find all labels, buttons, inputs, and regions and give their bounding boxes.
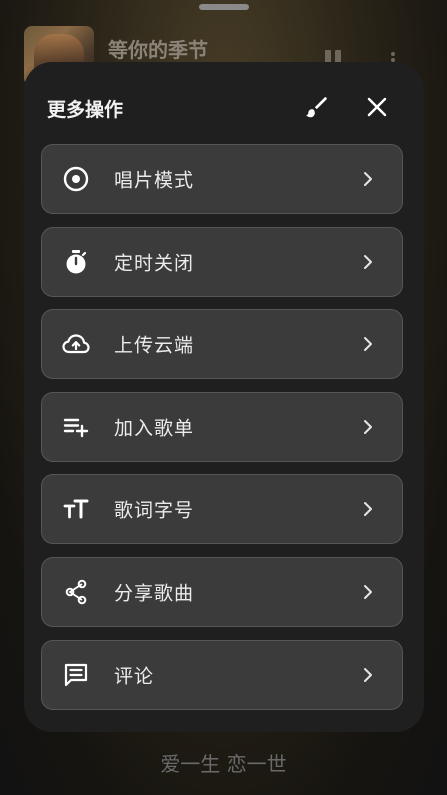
- chevron-right-icon: [362, 419, 374, 435]
- action-label: 评论: [114, 665, 155, 688]
- chevron-right-icon: [362, 501, 374, 517]
- share-icon: [62, 578, 90, 606]
- action-vinyl-mode[interactable]: 唱片模式: [41, 144, 403, 214]
- chevron-right-icon: [362, 336, 374, 352]
- comment-icon: [62, 661, 90, 689]
- vinyl-record-icon: [62, 165, 90, 193]
- stopwatch-icon: [62, 248, 90, 276]
- action-label: 唱片模式: [114, 169, 195, 192]
- close-icon[interactable]: [362, 92, 392, 122]
- chevron-right-icon: [362, 667, 374, 683]
- action-share-song[interactable]: 分享歌曲: [41, 556, 403, 627]
- action-list: 唱片模式 定时关闭 上传云端 加入歌单 歌词字号 分享歌曲 评论: [41, 144, 407, 722]
- song-title: 等你的季节: [108, 38, 208, 62]
- action-sleep-timer[interactable]: 定时关闭: [41, 226, 403, 297]
- drag-handle[interactable]: [199, 4, 249, 10]
- chevron-right-icon: [362, 171, 374, 187]
- playlist-add-icon: [62, 413, 90, 441]
- action-upload-cloud[interactable]: 上传云端: [41, 309, 403, 380]
- text-size-icon: [62, 495, 90, 523]
- lyric-line: 爱一生 恋一世: [160, 752, 287, 776]
- action-label: 分享歌曲: [114, 582, 195, 605]
- chevron-right-icon: [362, 584, 374, 600]
- action-label: 加入歌单: [114, 417, 195, 440]
- action-label: 定时关闭: [114, 252, 195, 275]
- chevron-right-icon: [362, 254, 374, 270]
- brush-icon[interactable]: [302, 92, 332, 122]
- cloud-upload-icon: [62, 330, 90, 358]
- more-actions-sheet: 更多操作 唱片模式 定时关闭 上传云端 加入歌单 歌词字号 分享歌曲 评论: [24, 62, 424, 732]
- action-label: 上传云端: [114, 334, 195, 357]
- action-comment[interactable]: 评论: [41, 639, 403, 710]
- action-lyric-font-size[interactable]: 歌词字号: [41, 474, 403, 545]
- action-label: 歌词字号: [114, 499, 195, 522]
- sheet-title: 更多操作: [47, 99, 124, 121]
- action-add-to-playlist[interactable]: 加入歌单: [41, 391, 403, 462]
